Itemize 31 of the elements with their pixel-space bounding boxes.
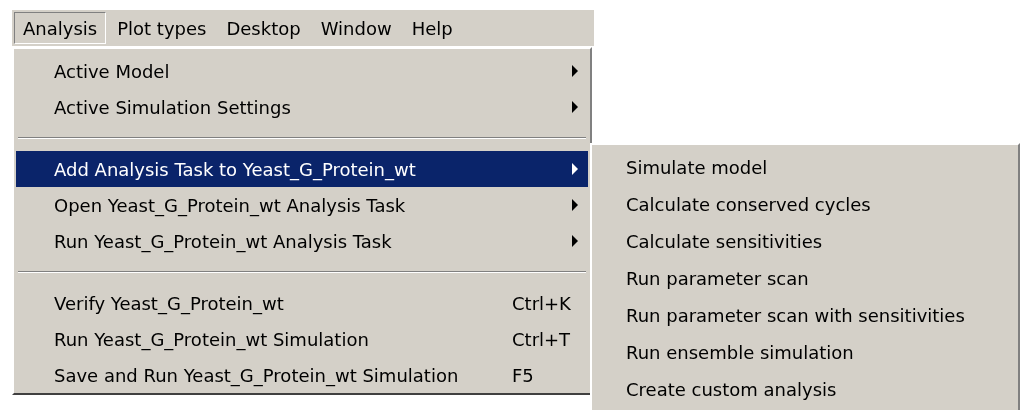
menu-item-label: Run Yeast_G_Protein_wt Analysis Task bbox=[54, 229, 392, 255]
submenu-item[interactable]: Run ensemble simulation bbox=[592, 334, 1018, 371]
menu-item[interactable]: Save and Run Yeast_G_Protein_wt Simulation F5 bbox=[16, 357, 588, 393]
shortcut-label: Ctrl+K bbox=[512, 291, 571, 316]
submenu-item[interactable]: Run parameter scan with sensitivities bbox=[592, 297, 1018, 334]
submenu-item[interactable]: Run parameter scan bbox=[592, 260, 1018, 297]
menu-item[interactable]: Open Yeast_G_Protein_wt Analysis Task bbox=[16, 187, 588, 223]
menu-bar-item[interactable]: Desktop bbox=[217, 12, 310, 44]
menu-item-label: Verify Yeast_G_Protein_wt bbox=[54, 291, 284, 317]
submenu-item[interactable]: Create custom analysis bbox=[592, 371, 1018, 408]
menu-item[interactable]: Run Yeast_G_Protein_wt Analysis Task bbox=[16, 223, 588, 259]
shortcut-label: Ctrl+T bbox=[512, 327, 571, 352]
menu-item[interactable]: Verify Yeast_G_Protein_wt Ctrl+K bbox=[16, 285, 588, 321]
submenu-item[interactable]: Simulate model bbox=[592, 149, 1018, 186]
menu-bar-item[interactable]: Help bbox=[402, 12, 462, 44]
menu-item[interactable]: Run Yeast_G_Protein_wt Simulation Ctrl+T bbox=[16, 321, 588, 357]
menu-item-label: Save and Run Yeast_G_Protein_wt Simulation bbox=[54, 363, 459, 389]
menu-item-label: Open Yeast_G_Protein_wt Analysis Task bbox=[54, 193, 406, 219]
menu-item[interactable]: Add Analysis Task to Yeast_G_Protein_wt bbox=[16, 151, 588, 187]
menu-bar-item[interactable]: Analysis bbox=[14, 12, 107, 44]
menu-item[interactable]: Active Simulation Settings bbox=[16, 89, 588, 125]
menu-item-label: Active Model bbox=[54, 59, 170, 84]
menu-item-label: Active Simulation Settings bbox=[54, 95, 291, 120]
menu-item-label: Run Yeast_G_Protein_wt Simulation bbox=[54, 327, 369, 353]
submenu-item[interactable]: Calculate sensitivities bbox=[592, 223, 1018, 260]
menu-item[interactable]: Active Model bbox=[16, 53, 588, 89]
submenu-item[interactable]: Calculate conserved cycles bbox=[592, 186, 1018, 223]
menu-item-label: Add Analysis Task to Yeast_G_Protein_wt bbox=[54, 157, 416, 183]
menu-bar-item[interactable]: Window bbox=[311, 12, 401, 44]
shortcut-label: F5 bbox=[512, 363, 534, 388]
menu-bar-item[interactable]: Plot types bbox=[108, 12, 216, 44]
